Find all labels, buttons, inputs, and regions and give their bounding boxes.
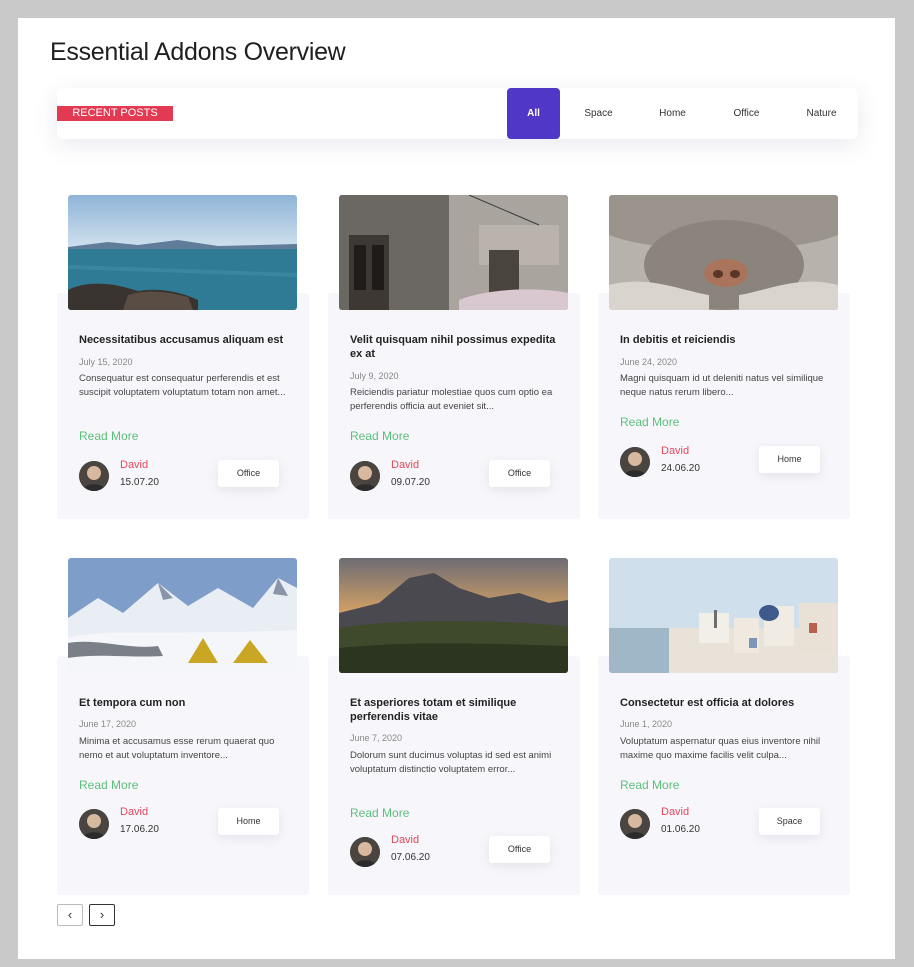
- category-button[interactable]: Home: [218, 808, 279, 835]
- post-card: In debitis et reiciendis June 24, 2020 M…: [598, 195, 850, 519]
- chevron-right-icon: ›: [99, 907, 105, 922]
- post-date-label: June 1, 2020: [620, 719, 673, 729]
- post-date-label: June 24, 2020: [620, 357, 678, 367]
- author-name[interactable]: David: [661, 806, 689, 818]
- post-card: Et tempora cum non June 17, 2020 Minima …: [57, 558, 309, 895]
- avatar: [79, 461, 109, 491]
- tab-home[interactable]: Home: [637, 88, 708, 139]
- author-name[interactable]: David: [391, 834, 419, 846]
- read-more-link[interactable]: Read More: [620, 415, 679, 429]
- post-excerpt: Reiciendis pariatur molestiae quos cum o…: [350, 387, 553, 412]
- read-more-link[interactable]: Read More: [79, 429, 138, 443]
- author-name[interactable]: David: [120, 806, 148, 818]
- avatar: [350, 837, 380, 867]
- post-image-cat-nose[interactable]: [609, 195, 838, 310]
- filter-bar: RECENT POSTS All Space Home Office Natur…: [57, 88, 858, 139]
- post-image-snowy-camp[interactable]: [68, 558, 297, 673]
- post-date: 15.07.20: [120, 477, 159, 488]
- post-excerpt: Minima et accusamus esse rerum quaerat q…: [79, 736, 275, 761]
- post-title[interactable]: Necessitatibus accusamus aliquam est: [79, 333, 289, 347]
- category-button[interactable]: Home: [759, 446, 820, 473]
- post-card: Necessitatibus accusamus aliquam est Jul…: [57, 195, 309, 519]
- tab-nature[interactable]: Nature: [785, 88, 858, 139]
- post-image-santorini-village[interactable]: [609, 558, 838, 673]
- post-title[interactable]: In debitis et reiciendis: [620, 333, 830, 347]
- post-title[interactable]: Et tempora cum non: [79, 696, 289, 710]
- post-date: 07.06.20: [391, 852, 430, 863]
- avatar: [79, 809, 109, 839]
- post-excerpt: Consequatur est consequatur perferendis …: [79, 373, 286, 398]
- post-date: 17.06.20: [120, 824, 159, 835]
- post-title[interactable]: Consectetur est officia at dolores: [620, 696, 830, 710]
- read-more-link[interactable]: Read More: [79, 778, 138, 792]
- page-title: Essential Addons Overview: [50, 38, 346, 66]
- author-name[interactable]: David: [661, 445, 689, 457]
- post-title[interactable]: Velit quisquam nihil possimus expedita e…: [350, 333, 560, 361]
- avatar: [620, 809, 650, 839]
- post-date-label: July 15, 2020: [79, 357, 133, 367]
- post-card: Consectetur est officia at dolores June …: [598, 558, 850, 895]
- tab-all[interactable]: All: [507, 88, 560, 139]
- read-more-link[interactable]: Read More: [350, 429, 409, 443]
- post-date-label: June 7, 2020: [350, 733, 403, 743]
- avatar: [620, 447, 650, 477]
- author-name[interactable]: David: [391, 459, 419, 471]
- read-more-link[interactable]: Read More: [350, 806, 409, 820]
- post-card: Et asperiores totam et similique perfere…: [328, 558, 580, 895]
- next-page-button[interactable]: ›: [89, 904, 115, 926]
- post-date: 09.07.20: [391, 477, 430, 488]
- post-date-label: June 17, 2020: [79, 719, 137, 729]
- author-name[interactable]: David: [120, 459, 148, 471]
- filter-tabs: All Space Home Office Nature: [507, 88, 858, 139]
- post-title[interactable]: Et asperiores totam et similique perfere…: [350, 696, 560, 724]
- post-excerpt: Voluptatum aspernatur quas eius inventor…: [620, 736, 821, 761]
- post-card: Velit quisquam nihil possimus expedita e…: [328, 195, 580, 519]
- chevron-left-icon: ‹: [67, 907, 73, 922]
- post-date: 24.06.20: [661, 463, 700, 474]
- category-button[interactable]: Space: [759, 808, 820, 835]
- post-image-sea-coast[interactable]: [68, 195, 297, 310]
- post-date: 01.06.20: [661, 824, 700, 835]
- post-date-label: July 9, 2020: [350, 371, 399, 381]
- tab-office[interactable]: Office: [708, 88, 785, 139]
- post-image-old-building[interactable]: [339, 195, 568, 310]
- category-button[interactable]: Office: [218, 460, 279, 487]
- post-excerpt: Dolorum sunt ducimus voluptas id sed est…: [350, 750, 552, 775]
- prev-page-button[interactable]: ‹: [57, 904, 83, 926]
- category-button[interactable]: Office: [489, 836, 550, 863]
- recent-posts-badge: RECENT POSTS: [57, 106, 173, 121]
- post-excerpt: Magni quisquam id ut deleniti natus vel …: [620, 373, 824, 398]
- post-image-mountain-sunset[interactable]: [339, 558, 568, 673]
- tab-space[interactable]: Space: [560, 88, 637, 139]
- read-more-link[interactable]: Read More: [620, 778, 679, 792]
- category-button[interactable]: Office: [489, 460, 550, 487]
- avatar: [350, 461, 380, 491]
